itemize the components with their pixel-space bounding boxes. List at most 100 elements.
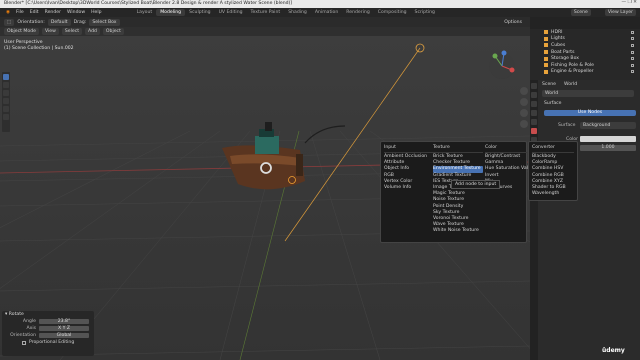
menu-render[interactable]: Render (42, 10, 64, 15)
world-name-field[interactable]: World (542, 90, 634, 97)
outliner-item[interactable]: HDRI (530, 29, 640, 36)
view-layer-tab-icon[interactable] (531, 110, 537, 116)
menu-object[interactable]: Object (102, 28, 124, 35)
world-tab-icon[interactable] (531, 128, 537, 134)
outliner-item-label: HDRI (551, 29, 563, 35)
tab-sculpting[interactable]: Sculpting (185, 9, 214, 16)
drag-dropdown[interactable]: Select Box (89, 18, 120, 26)
outliner-item[interactable]: Engine & Propeller (530, 69, 640, 76)
menu-column-converter: Converter Blackbody ColorRamp Combine HSV Co… (528, 141, 578, 201)
outliner-item[interactable]: Lights (530, 36, 640, 43)
outliner-item[interactable]: Cubes (530, 42, 640, 49)
menu-add[interactable]: Add (85, 28, 100, 35)
visibility-checkbox[interactable] (631, 30, 634, 34)
menu-column-header: Input (384, 144, 434, 153)
outliner-item-label: Engine & Propeller (551, 69, 594, 75)
menu-item[interactable]: Hue Saturation Value (485, 166, 534, 172)
redo-last-panel: ▾ Rotate Angle 23.8° Axis X Y Z Orientat… (2, 311, 94, 356)
tab-layout[interactable]: Layout (133, 9, 157, 16)
collection-icon (544, 36, 548, 41)
tab-animation[interactable]: Animation (311, 9, 342, 16)
outliner-header (530, 17, 640, 29)
tab-scripting[interactable]: Scripting (411, 9, 439, 16)
menu-bar: ◉ File Edit Render Window Help Layout Mo… (0, 8, 640, 17)
surface-section-header[interactable]: Surface (544, 101, 562, 106)
collection-icon (544, 30, 548, 35)
mode-selector[interactable]: Object Mode (4, 28, 39, 35)
udemy-watermark: ûdemy (602, 347, 625, 354)
visibility-checkbox[interactable] (631, 50, 634, 54)
menu-column-texture: Texture Brick Texture Checker Texture Envir… (433, 144, 483, 234)
tab-modeling[interactable]: Modeling (156, 9, 186, 16)
tab-shading[interactable]: Shading (284, 9, 311, 16)
window-controls[interactable]: — ❐ ✕ (622, 0, 637, 5)
collection-icon (544, 69, 548, 74)
tool-tab-icon[interactable] (531, 83, 537, 89)
window-title: Blender* [C:\Users\Ivan\Desktop\3DWorld … (4, 1, 293, 6)
angle-field[interactable]: 23.8° (39, 319, 89, 324)
menu-item[interactable]: Wavelength (532, 191, 574, 197)
properties-tab-strip (530, 80, 538, 360)
menu-file[interactable]: File (13, 10, 27, 15)
redo-panel-title[interactable]: ▾ Rotate (2, 311, 94, 318)
output-tab-icon[interactable] (531, 101, 537, 107)
breadcrumb-world[interactable]: World (564, 82, 577, 87)
menu-item[interactable]: Volume Info (384, 185, 434, 191)
proportional-checkbox[interactable] (22, 340, 26, 345)
outliner-item[interactable]: Boat Parts (530, 49, 640, 56)
outliner-item-label: Cubes (551, 42, 566, 48)
blender-logo-icon[interactable]: ◉ (3, 10, 13, 15)
render-tab-icon[interactable] (531, 92, 537, 98)
menu-select[interactable]: Select (61, 28, 83, 35)
add-node-menu: Input Ambient Occlusion Attribute Object In… (380, 141, 534, 243)
menu-item[interactable]: White Noise Texture (433, 228, 483, 234)
visibility-checkbox[interactable] (631, 70, 634, 74)
outliner-item-label: Lights (551, 36, 565, 42)
visibility-checkbox[interactable] (631, 63, 634, 67)
menu-edit[interactable]: Edit (27, 10, 42, 15)
scene-collection-label: (1) Scene Collection | Sun.002 (4, 46, 74, 51)
tab-compositing[interactable]: Compositing (374, 9, 411, 16)
surface-shader-dropdown[interactable]: Background (580, 122, 636, 129)
window-titlebar: Blender* [C:\Users\Ivan\Desktop\3DWorld … (0, 0, 640, 8)
breadcrumb-scene[interactable]: Scene (542, 82, 556, 87)
strength-field[interactable]: 1.000 (580, 145, 636, 151)
menu-column-input: Input Ambient Occlusion Attribute Object In… (384, 144, 434, 191)
tab-texture-paint[interactable]: Texture Paint (247, 9, 285, 16)
viewport-info-text: User Perspective (1) Scene Collection | … (4, 40, 74, 52)
angle-label: Angle (22, 319, 36, 324)
collection-icon (544, 43, 548, 48)
menu-item[interactable]: Environment Texture (433, 166, 483, 173)
visibility-checkbox[interactable] (631, 57, 634, 61)
tab-rendering[interactable]: Rendering (342, 9, 373, 16)
tool-icon[interactable]: ⬚ (4, 18, 15, 26)
outliner-panel: HDRI Lights Cubes Boat Parts Storage Box Fish… (530, 17, 640, 80)
drag-label: Drag: (73, 19, 87, 25)
viewport-header: Object Mode View Select Add Object (0, 27, 530, 36)
scene-tab-icon[interactable] (531, 119, 537, 125)
axis-field[interactable]: X Y Z (39, 326, 89, 331)
outliner-item-label: Fishing Pole & Pole (551, 62, 594, 68)
tab-uv-editing[interactable]: UV Editing (215, 9, 247, 16)
redo-panel-title-text: Rotate (8, 312, 24, 317)
left-toolbar[interactable] (2, 72, 10, 132)
options-dropdown[interactable]: Options (504, 20, 522, 25)
orientation-field[interactable]: Global (39, 333, 89, 338)
visibility-checkbox[interactable] (631, 43, 634, 47)
menu-column-header: Color (485, 144, 527, 153)
view-layer-selector[interactable]: View Layer (604, 9, 636, 16)
menu-view[interactable]: View (41, 28, 59, 35)
menu-column-header: Texture (433, 144, 483, 153)
surface-field-label: Surface (558, 123, 576, 128)
orientation-dropdown[interactable]: Default (47, 18, 71, 26)
color-swatch[interactable] (580, 136, 636, 142)
menu-help[interactable]: Help (88, 10, 104, 15)
outliner-item[interactable]: Storage Box (530, 55, 640, 62)
outliner-item[interactable]: Fishing Pole & Pole (530, 62, 640, 69)
outliner-item-label: Boat Parts (551, 49, 575, 55)
scene-selector[interactable]: Scene (570, 9, 591, 16)
use-nodes-button[interactable]: Use Nodes (544, 110, 636, 116)
visibility-checkbox[interactable] (631, 37, 634, 41)
menu-window[interactable]: Window (64, 10, 88, 15)
collection-icon (544, 50, 548, 55)
